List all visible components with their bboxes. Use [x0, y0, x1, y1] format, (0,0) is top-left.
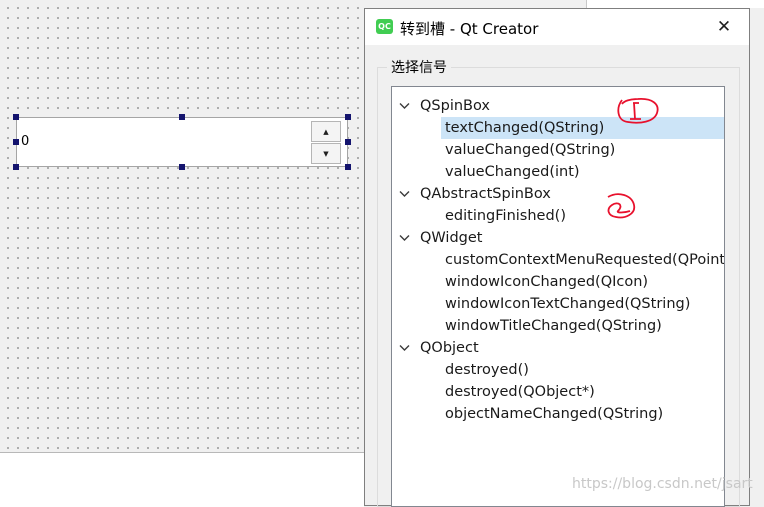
tree-item-label: QAbstractSpinBox [420, 186, 551, 202]
groupbox-label: 选择信号 [387, 57, 451, 77]
annotation-circle-1 [617, 98, 659, 124]
watermark-text: https://blog.csdn.net/jsart [572, 476, 753, 492]
tree-class-node[interactable]: QAbstractSpinBox [392, 183, 724, 205]
tree-item-label: destroyed() [445, 362, 529, 378]
tree-signal-item[interactable]: windowIconChanged(QIcon) [392, 271, 724, 293]
tree-item-label: windowIconChanged(QIcon) [445, 274, 649, 290]
tree-item-label: editingFinished() [445, 208, 566, 224]
resize-handle-top-left[interactable] [13, 114, 19, 120]
tree-signal-item[interactable]: destroyed(QObject*) [392, 381, 724, 403]
spinbox-value: 0 [21, 134, 30, 149]
lower-panel [0, 452, 364, 507]
tree-item-label: objectNameChanged(QString) [445, 406, 664, 422]
qt-creator-logo-icon: QC [376, 19, 393, 34]
tree-item-label: windowIconTextChanged(QString) [445, 296, 691, 312]
tree-class-node[interactable]: QSpinBox [392, 95, 724, 117]
tree-signal-item[interactable]: destroyed() [392, 359, 724, 381]
tree-signal-item[interactable]: windowIconTextChanged(QString) [392, 293, 724, 315]
annotation-2-stroke [607, 193, 636, 219]
spinbox-widget[interactable]: 0 ▲ ▼ [16, 117, 348, 167]
dialog-titlebar[interactable]: QC 转到槽 - Qt Creator ✕ [365, 9, 749, 45]
tree-item-label: valueChanged(QString) [445, 142, 616, 158]
annotation-circle-2 [607, 193, 636, 219]
tree-signal-item[interactable]: objectNameChanged(QString) [392, 403, 724, 425]
tree-item-label: customContextMenuRequested(QPoint) [445, 252, 725, 268]
chevron-down-icon[interactable] [398, 183, 410, 205]
signal-tree[interactable]: QSpinBox textChanged(QString) valueChanged… [391, 86, 725, 507]
background-panel [586, 0, 764, 8]
tree-signal-item[interactable]: customContextMenuRequested(QPoint) [392, 249, 725, 271]
resize-handle-top-right[interactable] [345, 114, 351, 120]
tree-class-node[interactable]: QWidget [392, 227, 724, 249]
chevron-down-icon[interactable] [398, 95, 410, 117]
annotation-1-digit [630, 102, 641, 120]
tree-item-label: QSpinBox [420, 98, 490, 114]
form-designer-canvas[interactable]: 0 ▲ ▼ [0, 0, 364, 452]
tree-item-label: textChanged(QString) [445, 120, 605, 136]
tree-item-label: destroyed(QObject*) [445, 384, 595, 400]
tree-signal-item[interactable]: editingFinished() [392, 205, 724, 227]
tree-item-label: QObject [420, 340, 479, 356]
resize-handle-left[interactable] [13, 139, 19, 145]
tree-item-label: QWidget [420, 230, 483, 246]
tree-class-node[interactable]: QObject [392, 337, 724, 359]
resize-handle-bottom[interactable] [179, 164, 185, 170]
tree-signal-item[interactable]: valueChanged(QString) [392, 139, 724, 161]
resize-handle-bottom-left[interactable] [13, 164, 19, 170]
close-button[interactable]: ✕ [711, 16, 737, 38]
dialog-title: 转到槽 - Qt Creator [400, 20, 539, 38]
goto-slot-dialog: QC 转到槽 - Qt Creator ✕ 选择信号 QSpinBox textC… [364, 8, 750, 507]
tree-signal-item[interactable]: valueChanged(int) [392, 161, 724, 183]
chevron-down-icon[interactable] [398, 227, 410, 249]
tree-signal-item[interactable]: textChanged(QString) [392, 117, 724, 139]
resize-handle-bottom-right[interactable] [345, 164, 351, 170]
tree-signal-item[interactable]: windowTitleChanged(QString) [392, 315, 724, 337]
spin-up-button[interactable]: ▲ [311, 121, 341, 142]
resize-handle-right[interactable] [345, 139, 351, 145]
tree-item-label: windowTitleChanged(QString) [445, 318, 662, 334]
chevron-down-icon[interactable] [398, 337, 410, 359]
spin-down-button[interactable]: ▼ [311, 143, 341, 164]
tree-item-label: valueChanged(int) [445, 164, 580, 180]
resize-handle-top[interactable] [179, 114, 185, 120]
